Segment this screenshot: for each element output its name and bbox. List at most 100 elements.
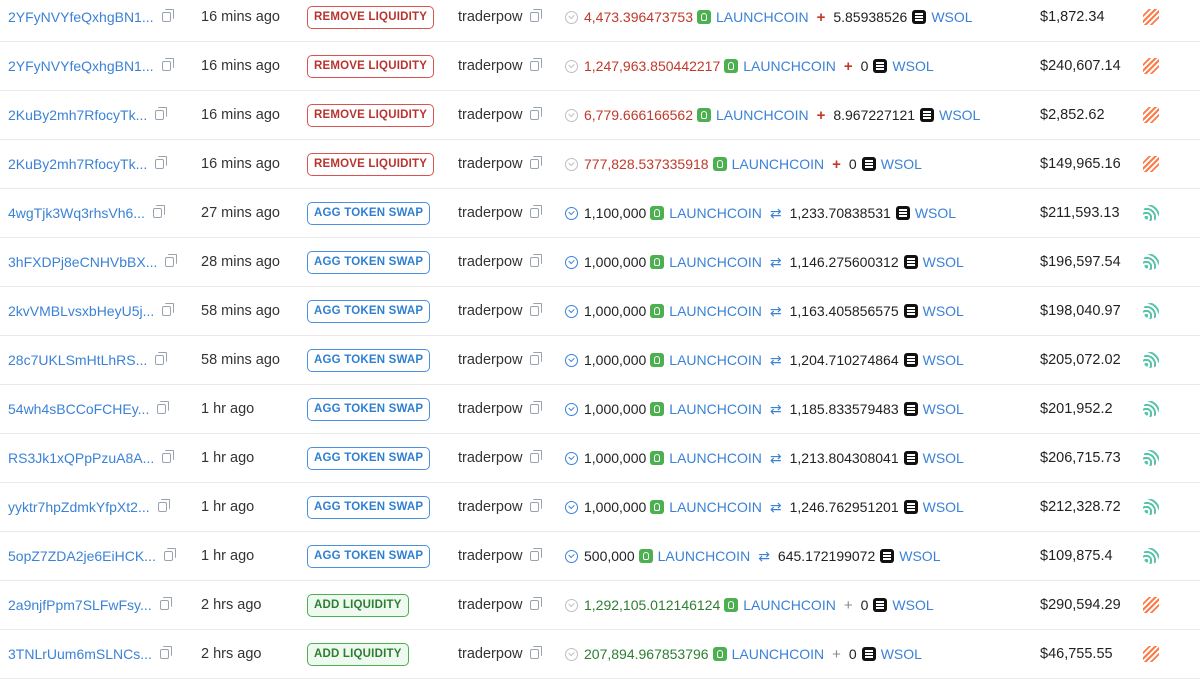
copy-icon[interactable] — [530, 450, 543, 463]
token-2-link[interactable]: WSOL — [923, 303, 964, 319]
copy-icon[interactable] — [530, 499, 543, 512]
signature-link[interactable]: yyktr7hpZdmkYfpXt2... — [8, 499, 150, 515]
copy-icon[interactable] — [530, 107, 543, 120]
copy-icon[interactable] — [155, 107, 168, 120]
account-link[interactable]: traderpow — [458, 107, 522, 123]
copy-icon[interactable] — [162, 450, 175, 463]
aggregator-platform-icon[interactable] — [1143, 254, 1159, 270]
account-link[interactable]: traderpow — [458, 9, 522, 25]
token-1-link[interactable]: LAUNCHCOIN — [669, 401, 762, 417]
copy-icon[interactable] — [530, 548, 543, 561]
token-2-link[interactable]: WSOL — [923, 450, 964, 466]
signature-link[interactable]: 2YFyNVYfeQxhgBN1... — [8, 58, 154, 74]
token-2-link[interactable]: WSOL — [892, 597, 933, 613]
copy-icon[interactable] — [530, 156, 543, 169]
copy-icon[interactable] — [155, 156, 168, 169]
copy-icon[interactable] — [162, 303, 175, 316]
signature-link[interactable]: 3hFXDPj8eCNHVbBX... — [8, 254, 157, 270]
aggregator-platform-icon[interactable] — [1143, 548, 1159, 564]
copy-icon[interactable] — [530, 205, 543, 218]
token-1-link[interactable]: LAUNCHCOIN — [743, 597, 836, 613]
token-1-link[interactable]: LAUNCHCOIN — [669, 450, 762, 466]
signature-link[interactable]: 2KuBy2mh7RfocyTk... — [8, 107, 147, 123]
signature-link[interactable]: 28c7UKLSmHtLhRS... — [8, 352, 147, 368]
copy-icon[interactable] — [530, 254, 543, 267]
copy-icon[interactable] — [157, 401, 170, 414]
copy-icon[interactable] — [152, 205, 165, 218]
signature-link[interactable]: 2a9njfPpm7SLFwFsy... — [8, 597, 152, 613]
token-2-link[interactable]: WSOL — [923, 401, 964, 417]
account-link[interactable]: traderpow — [458, 450, 522, 466]
account-link[interactable]: traderpow — [458, 597, 522, 613]
signature-link[interactable]: 3TNLrUum6mSLNCs... — [8, 646, 152, 662]
operator-icon: ⇄ — [769, 204, 782, 221]
account-link[interactable]: traderpow — [458, 58, 522, 74]
copy-icon[interactable] — [161, 58, 174, 71]
token-2-link[interactable]: WSOL — [892, 58, 933, 74]
token-1-link[interactable]: LAUNCHCOIN — [669, 499, 762, 515]
copy-icon[interactable] — [530, 646, 543, 659]
copy-icon[interactable] — [157, 499, 170, 512]
copy-icon[interactable] — [159, 646, 172, 659]
token-1-link[interactable]: LAUNCHCOIN — [658, 548, 751, 564]
copy-icon[interactable] — [530, 9, 543, 22]
token-1-link[interactable]: LAUNCHCOIN — [716, 107, 809, 123]
token-2-link[interactable]: WSOL — [931, 9, 972, 25]
signature-link[interactable]: 2kvVMBLvsxbHeyU5j... — [8, 303, 154, 319]
copy-icon[interactable] — [159, 597, 172, 610]
account-link[interactable]: traderpow — [458, 156, 522, 172]
token-2-link[interactable]: WSOL — [923, 254, 964, 270]
token-1-link[interactable]: LAUNCHCOIN — [716, 9, 809, 25]
account-link[interactable]: traderpow — [458, 499, 522, 515]
token-1-link[interactable]: LAUNCHCOIN — [669, 352, 762, 368]
account-link[interactable]: traderpow — [458, 303, 522, 319]
raydium-platform-icon[interactable] — [1143, 58, 1159, 74]
copy-icon[interactable] — [530, 597, 543, 610]
token-2-link[interactable]: WSOL — [899, 548, 940, 564]
copy-icon[interactable] — [163, 548, 176, 561]
token-2-link[interactable]: WSOL — [923, 499, 964, 515]
token-1-link[interactable]: LAUNCHCOIN — [669, 303, 762, 319]
action-type-badge: AGG TOKEN SWAP — [307, 397, 431, 421]
raydium-platform-icon[interactable] — [1143, 9, 1159, 25]
copy-icon[interactable] — [530, 352, 543, 365]
raydium-platform-icon[interactable] — [1143, 156, 1159, 172]
token-2-link[interactable]: WSOL — [881, 156, 922, 172]
token-1-link[interactable]: LAUNCHCOIN — [669, 205, 762, 221]
signature-link[interactable]: 54wh4sBCCoFCHEy... — [8, 401, 149, 417]
account-link[interactable]: traderpow — [458, 646, 522, 662]
raydium-platform-icon[interactable] — [1143, 107, 1159, 123]
aggregator-platform-icon[interactable] — [1143, 401, 1159, 417]
token-1-link[interactable]: LAUNCHCOIN — [732, 646, 825, 662]
copy-icon[interactable] — [161, 9, 174, 22]
token-1-link[interactable]: LAUNCHCOIN — [743, 58, 836, 74]
signature-link[interactable]: 2KuBy2mh7RfocyTk... — [8, 156, 147, 172]
account-link[interactable]: traderpow — [458, 205, 522, 221]
token-1-link[interactable]: LAUNCHCOIN — [669, 254, 762, 270]
aggregator-platform-icon[interactable] — [1143, 450, 1159, 466]
copy-icon[interactable] — [155, 352, 168, 365]
token-2-link[interactable]: WSOL — [939, 107, 980, 123]
copy-icon[interactable] — [530, 401, 543, 414]
token-1-link[interactable]: LAUNCHCOIN — [732, 156, 825, 172]
aggregator-platform-icon[interactable] — [1143, 303, 1159, 319]
account-link[interactable]: traderpow — [458, 352, 522, 368]
raydium-platform-icon[interactable] — [1143, 597, 1159, 613]
signature-link[interactable]: RS3Jk1xQPpPzuA8A... — [8, 450, 154, 466]
raydium-platform-icon[interactable] — [1143, 646, 1159, 662]
copy-icon[interactable] — [530, 58, 543, 71]
copy-icon[interactable] — [165, 254, 178, 267]
aggregator-platform-icon[interactable] — [1143, 205, 1159, 221]
token-2-link[interactable]: WSOL — [881, 646, 922, 662]
aggregator-platform-icon[interactable] — [1143, 499, 1159, 515]
account-link[interactable]: traderpow — [458, 401, 522, 417]
signature-link[interactable]: 5opZ7ZDA2je6EiHCK... — [8, 548, 156, 564]
token-2-link[interactable]: WSOL — [915, 205, 956, 221]
signature-link[interactable]: 2YFyNVYfeQxhgBN1... — [8, 9, 154, 25]
account-link[interactable]: traderpow — [458, 548, 522, 564]
signature-link[interactable]: 4wgTjk3Wq3rhsVh6... — [8, 205, 145, 221]
account-link[interactable]: traderpow — [458, 254, 522, 270]
aggregator-platform-icon[interactable] — [1143, 352, 1159, 368]
copy-icon[interactable] — [530, 303, 543, 316]
token-2-link[interactable]: WSOL — [923, 352, 964, 368]
